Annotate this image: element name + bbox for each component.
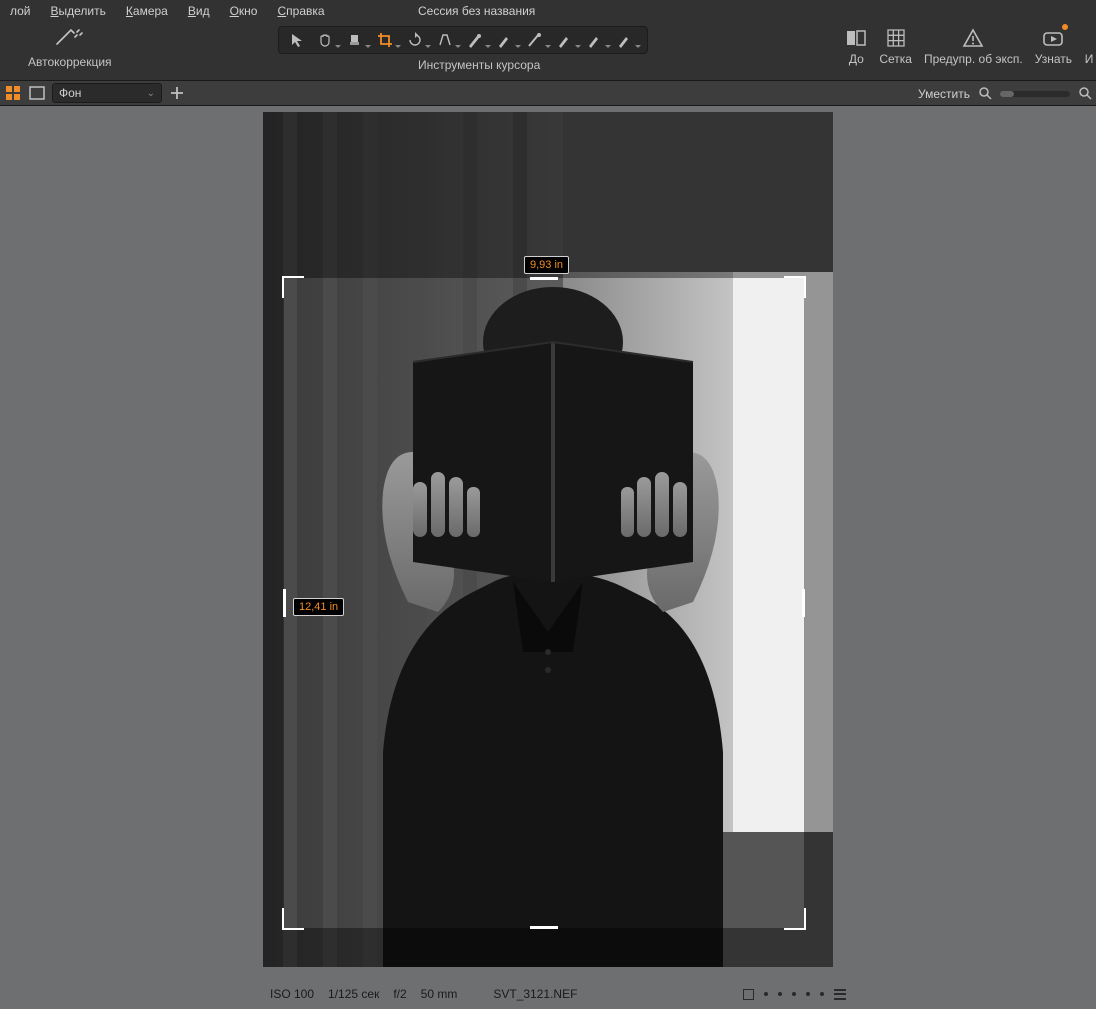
add-layer-button[interactable] (168, 84, 186, 102)
right-tools: До Сетка Предупр. об эксп. Узнать И (845, 26, 1096, 66)
autocorrection-group[interactable]: Автокоррекция (28, 28, 112, 69)
star-3[interactable] (792, 992, 796, 996)
before-after-icon (845, 26, 867, 50)
status-shutter: 1/125 сек (328, 987, 379, 1001)
grid-icon (885, 26, 907, 50)
status-aperture: f/2 (393, 987, 406, 1001)
photo-canvas[interactable]: 9,93 in 12,41 in (263, 112, 833, 967)
learn-link[interactable]: Узнать (1035, 26, 1072, 66)
zoom-fit-label[interactable]: Уместить (918, 87, 970, 101)
star-5[interactable] (820, 992, 824, 996)
status-focal: 50 mm (421, 987, 458, 1001)
menu-view[interactable]: Вид (178, 2, 220, 20)
menu-help[interactable]: Справка (267, 2, 334, 20)
session-title: Сессия без названия (418, 4, 535, 18)
rotate-tool[interactable] (405, 29, 431, 51)
hand-tool[interactable] (315, 29, 341, 51)
warning-icon (962, 26, 984, 50)
cursor-tools-label: Инструменты курсора (418, 58, 540, 72)
gradient-tool[interactable] (525, 29, 551, 51)
menubar: лой Выделить Камера Вид Окно Справка (0, 0, 1096, 22)
keystone-tool[interactable] (435, 29, 461, 51)
exposure-warning[interactable]: Предупр. об эксп. (924, 26, 1023, 66)
rating-strip[interactable] (743, 989, 846, 1000)
eraser-tool[interactable] (555, 29, 581, 51)
layer-dropdown[interactable]: Фон ⌄ (52, 83, 162, 103)
crop-height-readout: 12,41 in (293, 598, 344, 616)
crop-width-readout: 9,93 in (524, 256, 569, 274)
status-filename: SVT_3121.NEF (493, 987, 577, 1001)
star-1[interactable] (764, 992, 768, 996)
metadata-icon[interactable] (834, 989, 846, 1000)
cursor-tools (278, 26, 648, 54)
zoom-controls: Уместить (918, 81, 1092, 107)
layer-dropdown-value: Фон (59, 86, 81, 100)
star-4[interactable] (806, 992, 810, 996)
status-bar: ISO 100 1/125 сек f/2 50 mm SVT_3121.NEF (0, 979, 1096, 1009)
menu-window[interactable]: Окно (220, 2, 268, 20)
pointer-tool[interactable] (285, 29, 311, 51)
spot-tool[interactable] (465, 29, 491, 51)
next-cutoff[interactable]: И (1084, 26, 1094, 66)
image-viewer[interactable]: 9,93 in 12,41 in (0, 106, 1096, 979)
video-icon (1042, 26, 1064, 50)
loupe-tool[interactable] (345, 29, 371, 51)
heal-tool[interactable] (615, 29, 641, 51)
wand-icon (53, 28, 87, 51)
brush-tool[interactable] (495, 29, 521, 51)
chevron-down-icon: ⌄ (147, 88, 155, 99)
star-2[interactable] (778, 992, 782, 996)
menu-camera[interactable]: Камера (116, 2, 178, 20)
main-toolbar: Автокоррекция (0, 22, 1096, 80)
crop-mask-right (804, 278, 833, 928)
zoom-search-icon[interactable] (978, 86, 992, 103)
before-after-tool[interactable]: До (845, 26, 867, 66)
color-tag-icon[interactable] (743, 989, 754, 1000)
zoom-slider[interactable] (1000, 91, 1070, 97)
layer-bar: Фон ⌄ Уместить (0, 80, 1096, 106)
grid-toggle[interactable]: Сетка (879, 26, 912, 66)
crop-tool[interactable] (375, 29, 401, 51)
single-view-icon[interactable] (28, 84, 46, 102)
thumbnails-icon[interactable] (4, 84, 22, 102)
menu-layer[interactable]: лой (0, 2, 41, 20)
crop-mask-top (263, 112, 833, 278)
status-iso: ISO 100 (270, 987, 314, 1001)
crop-mask-bottom (263, 928, 833, 967)
crop-mask-left (263, 278, 284, 928)
menu-select[interactable]: Выделить (41, 2, 116, 20)
clone-tool[interactable] (585, 29, 611, 51)
zoom-in-icon[interactable] (1078, 86, 1092, 103)
autocorrection-label: Автокоррекция (28, 55, 112, 69)
